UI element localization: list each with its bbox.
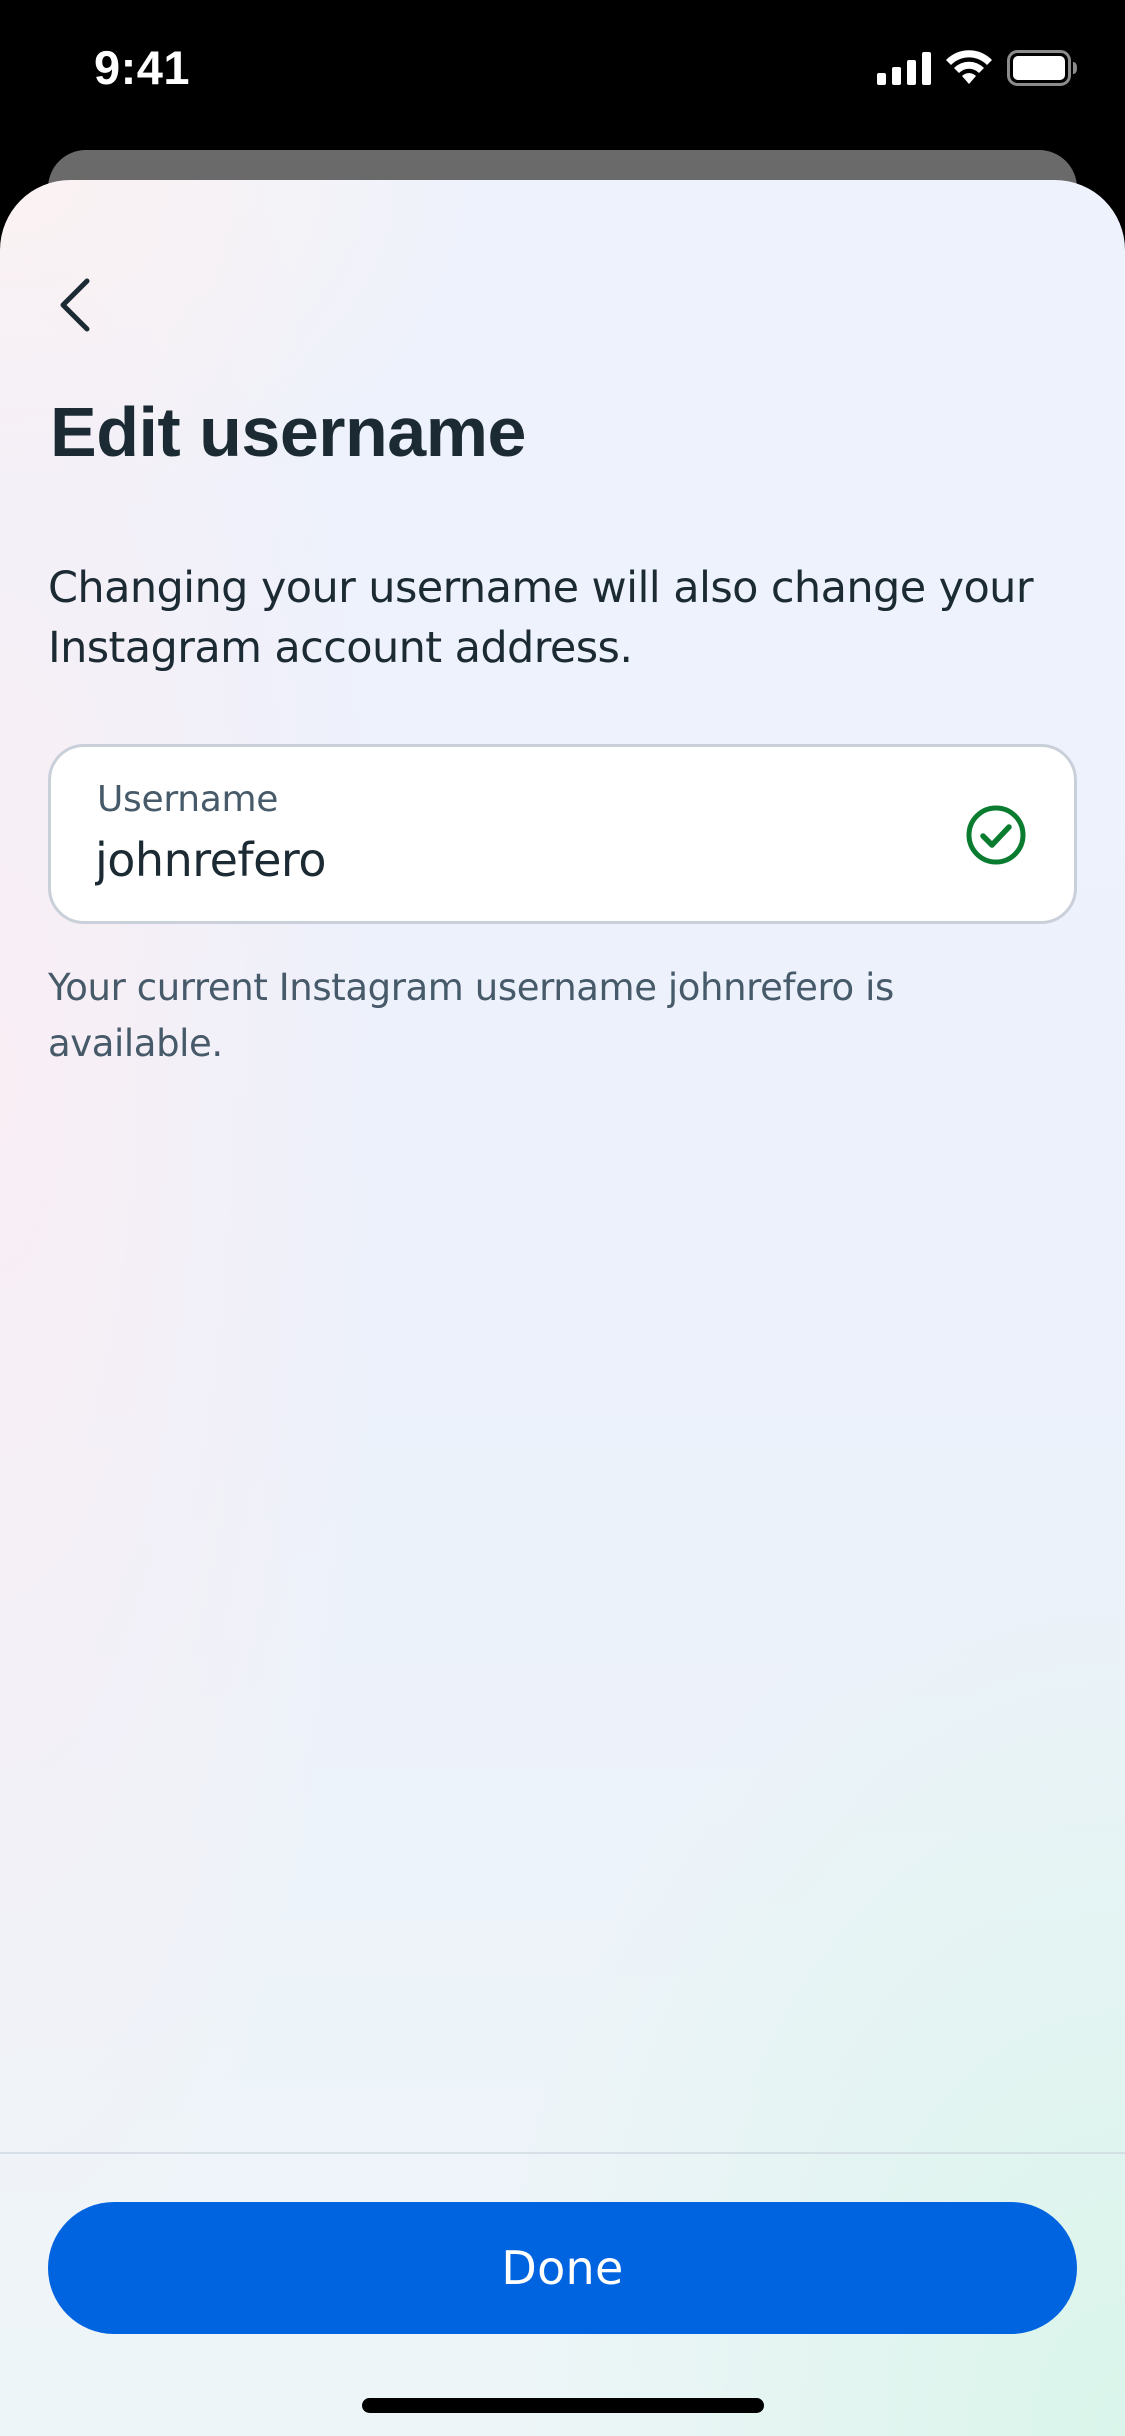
availability-helper-text: Your current Instagram username johnrefe… — [48, 966, 894, 1065]
status-bar: 9:41 — [0, 0, 1125, 150]
status-icons — [877, 48, 1077, 92]
username-field[interactable]: Username — [48, 744, 1077, 924]
battery-icon — [1007, 49, 1077, 91]
chevron-left-icon — [60, 278, 90, 332]
home-indicator — [362, 2398, 764, 2413]
done-button[interactable]: Done — [48, 2202, 1077, 2334]
footer-divider — [0, 2152, 1125, 2154]
cellular-signal-icon — [877, 51, 931, 90]
page-title: Edit username — [50, 393, 526, 471]
back-button[interactable] — [48, 270, 102, 340]
edit-username-sheet: Edit username Changing your username wil… — [0, 180, 1125, 2436]
status-time: 9:41 — [94, 41, 191, 94]
description-text: Changing your username will also change … — [48, 563, 1034, 673]
check-circle-icon — [966, 805, 1026, 865]
wifi-icon — [945, 49, 993, 91]
username-input[interactable] — [95, 833, 875, 887]
username-field-label: Username — [97, 779, 279, 820]
